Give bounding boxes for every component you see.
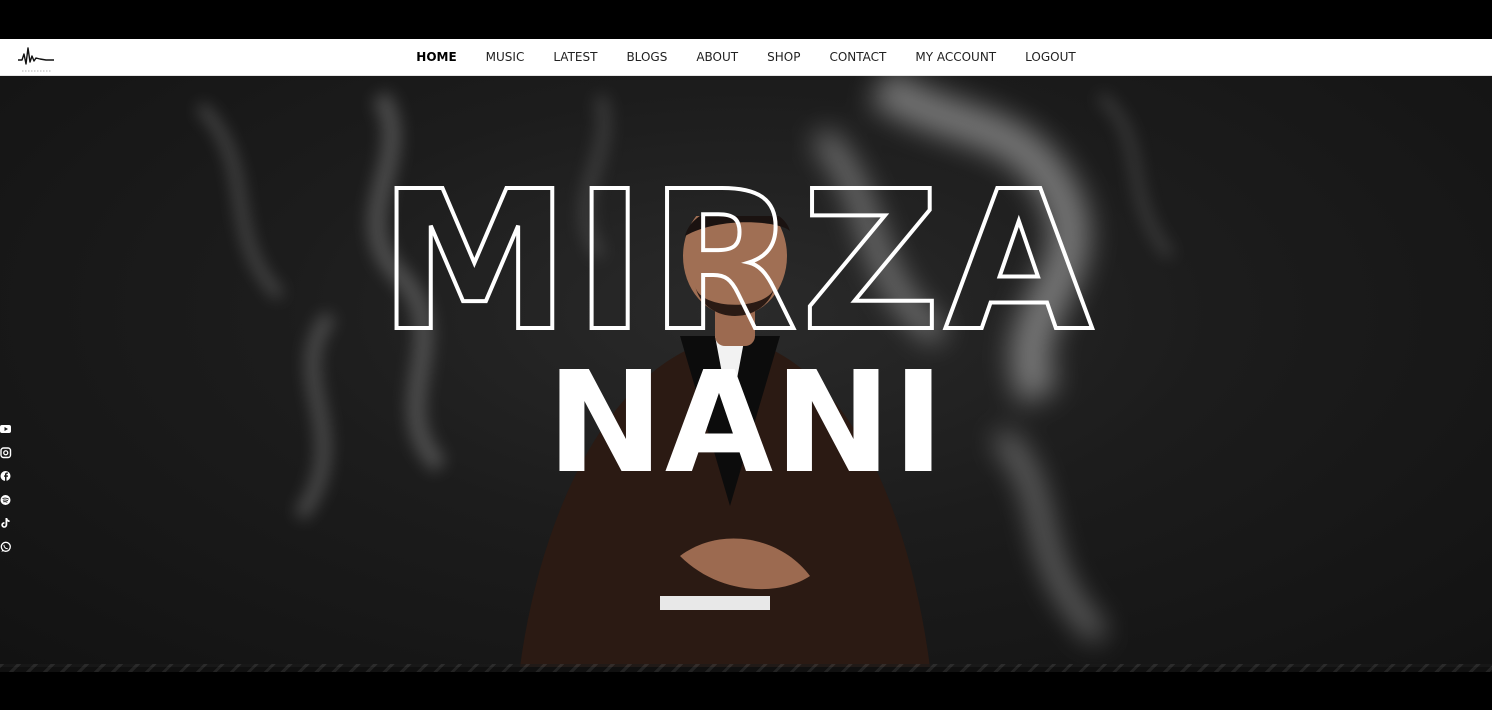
whatsapp-icon[interactable] (0, 540, 12, 552)
hero-title-outline: MIRZA (379, 151, 1097, 374)
facebook-icon[interactable] (0, 469, 12, 481)
spotify-icon[interactable] (0, 493, 12, 505)
nav-item-home[interactable]: HOME (402, 39, 471, 76)
bottom-black-bar (0, 672, 1492, 710)
nav-item-shop[interactable]: SHOP (753, 39, 815, 76)
youtube-icon[interactable] (0, 422, 12, 434)
top-black-bar (0, 0, 1492, 39)
nav-item-blogs[interactable]: BLOGS (612, 39, 682, 76)
tiktok-icon[interactable] (0, 516, 12, 528)
nav-menu: HOME MUSIC LATEST BLOGS ABOUT SHOP CONTA… (0, 39, 1492, 76)
hero-bottom-pattern (0, 664, 1492, 672)
instagram-icon[interactable] (0, 446, 12, 458)
social-icons (0, 422, 14, 563)
nav-item-logout[interactable]: LOGOUT (1011, 39, 1091, 76)
nav-item-contact[interactable]: CONTACT (815, 39, 901, 76)
nav-item-about[interactable]: ABOUT (682, 39, 753, 76)
hero-banner: MIRZA NANI (0, 76, 1492, 667)
hero-title-solid: NANI (546, 342, 946, 505)
nav-item-my-account[interactable]: MY ACCOUNT (901, 39, 1011, 76)
nav-item-latest[interactable]: LATEST (539, 39, 612, 76)
main-navigation: HOME MUSIC LATEST BLOGS ABOUT SHOP CONTA… (0, 39, 1492, 76)
nav-item-music[interactable]: MUSIC (471, 39, 539, 76)
